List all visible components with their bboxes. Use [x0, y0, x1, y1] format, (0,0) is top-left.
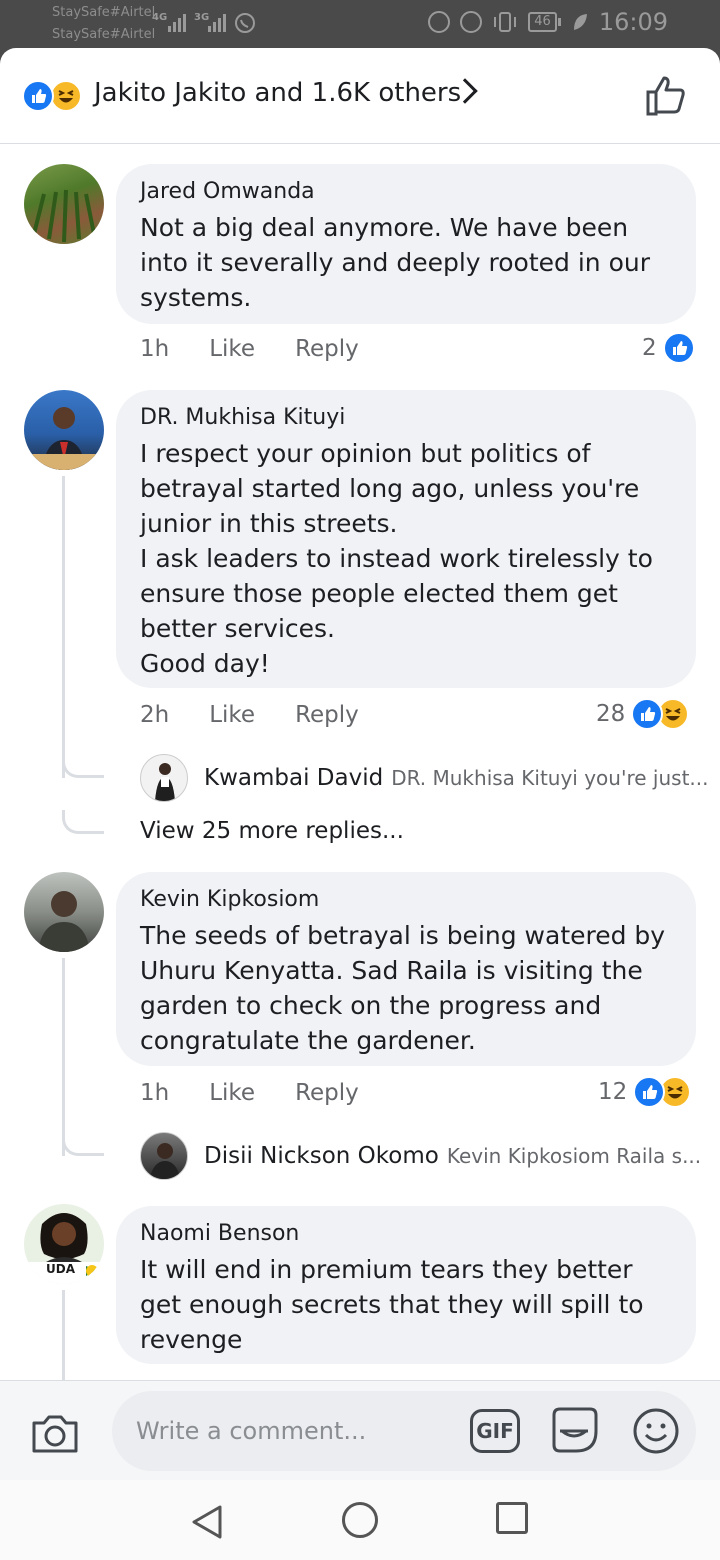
comments-sheet: Jakito Jakito and 1.6K others Jared Omwa… [0, 48, 720, 1560]
emoji-icon[interactable] [632, 1407, 680, 1455]
back-icon[interactable] [190, 1504, 224, 1540]
reaction-count-value: 12 [598, 1079, 628, 1105]
whatsapp-icon [235, 13, 255, 33]
like-link[interactable]: Like [209, 702, 255, 728]
battery-icon: 46 [528, 12, 561, 32]
comment-time: 1h [140, 336, 170, 362]
home-icon[interactable] [342, 1502, 378, 1538]
reactors-summary[interactable]: Jakito Jakito and 1.6K others [94, 78, 461, 108]
like-reaction-icon [633, 1076, 666, 1108]
reply-preview[interactable]: Disii Nickson Okomo Kevin Kipkosiom Rail… [140, 1132, 701, 1180]
reaction-count[interactable]: 28 [596, 698, 690, 730]
comment-time: 1h [140, 1080, 170, 1106]
reply-text: DR. Mukhisa Kituyi you're just... [391, 766, 709, 790]
battery-level: 46 [528, 12, 557, 32]
vibrate-icon [494, 12, 517, 32]
clock: 16:09 [598, 8, 668, 36]
like-reaction-icon [662, 332, 695, 364]
reaction-count-value: 2 [642, 335, 657, 361]
reply-link[interactable]: Reply [295, 336, 359, 362]
like-thumb-icon[interactable] [644, 74, 688, 118]
view-more-replies-link[interactable]: View 25 more replies... [140, 818, 404, 844]
like-reaction-icon [22, 80, 54, 112]
gif-label: GIF [476, 1419, 514, 1443]
comment-actions: 1h Like Reply [140, 1080, 399, 1106]
reply-text: Kevin Kipkosiom Raila s... [446, 1144, 702, 1168]
reply-preview[interactable]: Kwambai David DR. Mukhisa Kituyi you're … [140, 754, 708, 802]
thread-connector [62, 1132, 104, 1156]
network-type-2: 3G [194, 12, 210, 23]
comment-time: 2h [140, 702, 170, 728]
avatar[interactable]: UDA [24, 1204, 104, 1284]
avatar[interactable] [24, 164, 104, 244]
comment-bubble[interactable]: Jared Omwanda Not a big deal anymore. We… [116, 164, 696, 324]
data-saver-icon [428, 11, 451, 33]
recent-apps-icon[interactable] [496, 1502, 528, 1534]
thread-line [62, 476, 65, 778]
avatar[interactable] [140, 754, 188, 802]
comment-text: It will end in premium tears they better… [140, 1255, 644, 1354]
commenter-name[interactable]: Kevin Kipkosiom [140, 886, 672, 914]
reactions-header[interactable]: Jakito Jakito and 1.6K others [0, 48, 720, 144]
thread-line [62, 958, 65, 1156]
reply-link[interactable]: Reply [295, 702, 359, 728]
comment-compose-bar: GIF [0, 1380, 720, 1480]
comment-bubble[interactable]: DR. Mukhisa Kituyi I respect your opinio… [116, 390, 696, 688]
comment-bubble[interactable]: Naomi Benson It will end in premium tear… [116, 1206, 696, 1364]
thread-connector [62, 810, 104, 834]
avatar[interactable] [140, 1132, 188, 1180]
avatar[interactable] [24, 390, 104, 470]
avatar[interactable] [24, 872, 104, 952]
commenter-name[interactable]: DR. Mukhisa Kituyi [140, 404, 672, 432]
reply-link[interactable]: Reply [295, 1080, 359, 1106]
thread-line [62, 1290, 65, 1380]
reply-author-name[interactable]: Kwambai David [204, 765, 383, 791]
reaction-count[interactable]: 2 [642, 332, 695, 364]
carrier-label-2: StaySafe#Airtel [52, 27, 156, 42]
comment-text: Not a big deal anymore. We have been int… [140, 213, 650, 312]
network-type-1: 4G [152, 12, 168, 23]
commenter-name[interactable]: Jared Omwanda [140, 178, 672, 206]
thread-connector [62, 754, 104, 778]
signal-bars-1-icon [168, 12, 186, 32]
status-bar: StaySafe#Airtel StaySafe#Airtel 4G 3G 46… [0, 0, 720, 48]
gif-button[interactable]: GIF [470, 1409, 520, 1453]
reply-author-name[interactable]: Disii Nickson Okomo [204, 1143, 439, 1169]
haha-reaction-icon [50, 80, 82, 112]
like-reaction-icon [631, 698, 664, 730]
reaction-icons [22, 80, 82, 112]
reaction-count-value: 28 [596, 701, 626, 727]
system-nav-bar [0, 1480, 720, 1560]
comment-text: I respect your opinion but politics of b… [140, 439, 653, 678]
carrier-label-1: StaySafe#Airtel [52, 5, 156, 20]
comment-actions: 2h Like Reply [140, 702, 399, 728]
status-right: 46 16:09 [428, 8, 668, 36]
comment-bubble[interactable]: Kevin Kipkosiom The seeds of betrayal is… [116, 872, 696, 1066]
commenter-name[interactable]: Naomi Benson [140, 1220, 672, 1248]
comment-actions: 1h Like Reply [140, 336, 399, 362]
avatar-badge: UDA [46, 1262, 75, 1276]
comment-input[interactable] [112, 1391, 696, 1471]
like-link[interactable]: Like [209, 1080, 255, 1106]
signal-bars-2-icon [208, 12, 226, 32]
sticker-icon[interactable] [550, 1405, 600, 1455]
comment-text: The seeds of betrayal is being watered b… [140, 921, 666, 1055]
reaction-count[interactable]: 12 [598, 1076, 692, 1108]
like-link[interactable]: Like [209, 336, 255, 362]
camera-icon[interactable] [30, 1411, 80, 1455]
leaf-icon [573, 14, 587, 30]
alarm-icon [460, 11, 483, 33]
